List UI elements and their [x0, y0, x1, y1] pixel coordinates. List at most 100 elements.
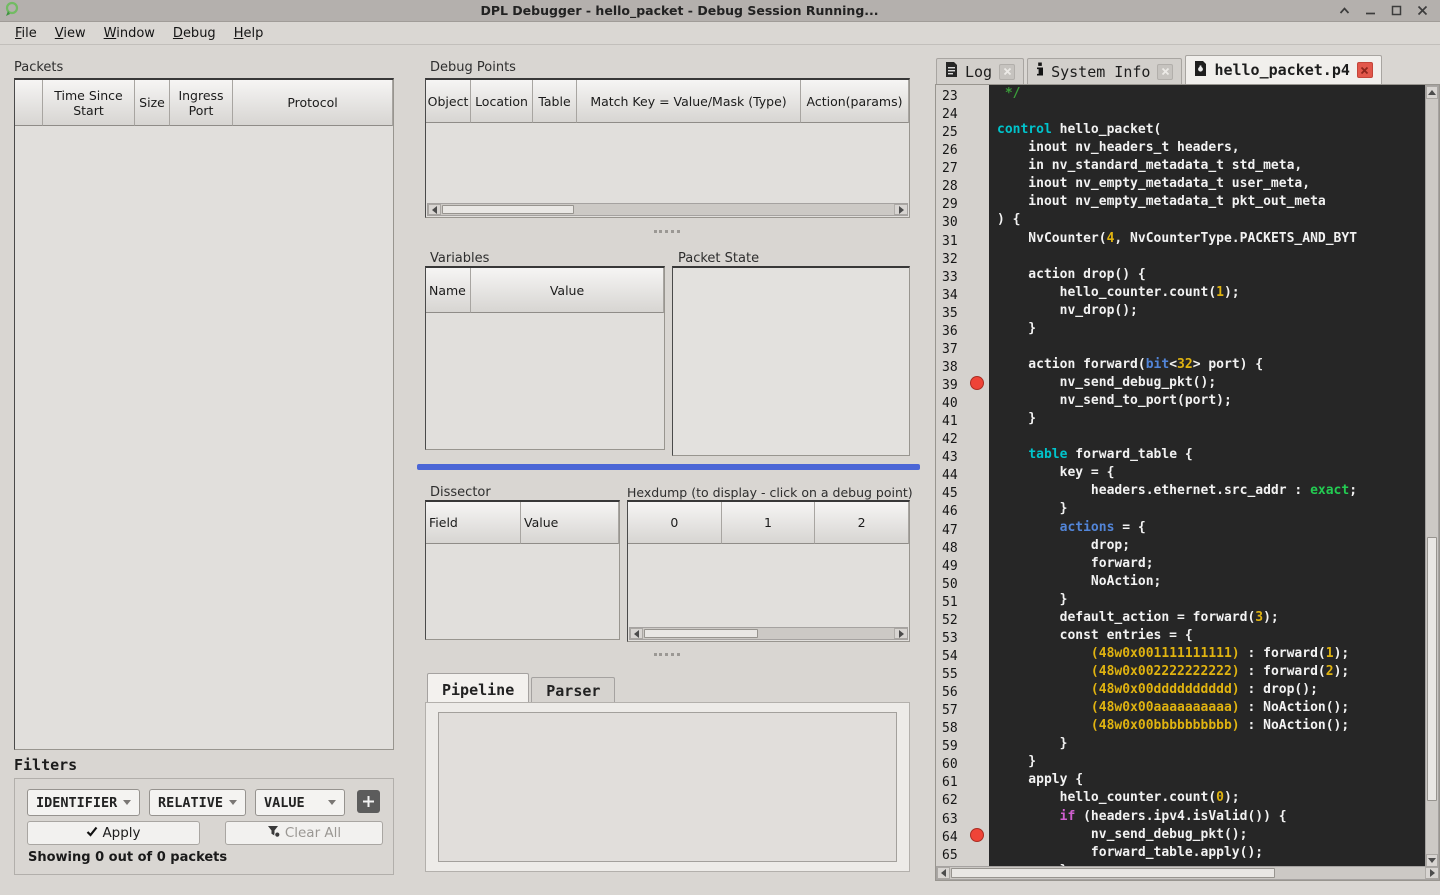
- editor-v-scrollbar[interactable]: [1425, 85, 1439, 868]
- breakpoint-icon[interactable]: [970, 828, 984, 842]
- gutter-line[interactable]: 65: [936, 844, 989, 862]
- scroll-up-arrow-icon[interactable]: [1426, 86, 1438, 99]
- gutter-line[interactable]: 64: [936, 826, 989, 844]
- scroll-thumb[interactable]: [644, 629, 758, 638]
- gutter-line[interactable]: 25: [936, 121, 989, 139]
- close-icon[interactable]: [1157, 64, 1173, 80]
- splitter-handle[interactable]: [654, 230, 680, 233]
- gutter-line[interactable]: 34: [936, 284, 989, 302]
- gutter-line[interactable]: 40: [936, 392, 989, 410]
- column-header-0[interactable]: 0: [628, 502, 722, 544]
- column-header-name[interactable]: Name: [426, 268, 471, 313]
- column-header-field[interactable]: Field: [426, 502, 521, 544]
- hexdump-h-scrollbar[interactable]: [629, 627, 908, 640]
- debug-points-h-scrollbar[interactable]: [427, 203, 908, 216]
- tab-hello-packet-p4[interactable]: hello_packet.p4: [1185, 55, 1381, 84]
- column-header-match-key-value-mask-type[interactable]: Match Key = Value/Mask (Type): [577, 80, 801, 123]
- gutter-line[interactable]: 32: [936, 248, 989, 266]
- column-header-value[interactable]: Value: [471, 268, 664, 313]
- gutter-line[interactable]: 35: [936, 302, 989, 320]
- column-header-location[interactable]: Location: [471, 80, 533, 123]
- filter-dropdown-relative[interactable]: RELATIVE: [149, 789, 246, 816]
- column-header-1[interactable]: 1: [722, 502, 816, 544]
- gutter-line[interactable]: 58: [936, 717, 989, 735]
- gutter-line[interactable]: 36: [936, 320, 989, 338]
- menu-view[interactable]: View: [46, 23, 95, 44]
- gutter-line[interactable]: 38: [936, 356, 989, 374]
- gutter-line[interactable]: 39: [936, 374, 989, 392]
- gutter-line[interactable]: 60: [936, 753, 989, 771]
- column-header-action-params[interactable]: Action(params): [801, 80, 909, 123]
- gutter-line[interactable]: 63: [936, 808, 989, 826]
- gutter-line[interactable]: 24: [936, 103, 989, 121]
- close-icon[interactable]: [1357, 62, 1373, 78]
- scroll-thumb[interactable]: [1427, 537, 1437, 801]
- gutter-line[interactable]: 37: [936, 338, 989, 356]
- gutter-line[interactable]: 49: [936, 555, 989, 573]
- apply-button[interactable]: Apply: [27, 821, 200, 845]
- tab-log[interactable]: Log: [936, 58, 1024, 84]
- menu-window[interactable]: Window: [95, 23, 164, 44]
- gutter-line[interactable]: 61: [936, 771, 989, 789]
- scroll-thumb[interactable]: [442, 205, 574, 214]
- gutter-line[interactable]: 47: [936, 519, 989, 537]
- column-header-2[interactable]: 2: [815, 502, 909, 544]
- gutter-line[interactable]: 59: [936, 735, 989, 753]
- gutter-line[interactable]: 42: [936, 428, 989, 446]
- gutter-line[interactable]: 45: [936, 482, 989, 500]
- close-button[interactable]: [1417, 5, 1428, 16]
- gutter-line[interactable]: 48: [936, 537, 989, 555]
- scroll-left-arrow-icon[interactable]: [630, 628, 643, 639]
- gutter-line[interactable]: 53: [936, 627, 989, 645]
- gutter-line[interactable]: 55: [936, 663, 989, 681]
- gutter-line[interactable]: 44: [936, 464, 989, 482]
- gutter-line[interactable]: 62: [936, 789, 989, 807]
- tab-pipeline[interactable]: Pipeline: [427, 673, 529, 703]
- gutter-line[interactable]: 43: [936, 446, 989, 464]
- close-icon[interactable]: [999, 64, 1015, 80]
- editor-code[interactable]: */control hello_packet( inout nv_headers…: [989, 85, 1427, 868]
- column-header-time-since-start[interactable]: Time Since Start: [43, 80, 135, 126]
- editor-gutter[interactable]: 2324252627282930313233343536373839404142…: [936, 85, 989, 868]
- gutter-line[interactable]: 54: [936, 645, 989, 663]
- column-header-object[interactable]: Object: [426, 80, 471, 123]
- maximize-button[interactable]: [1391, 5, 1402, 16]
- filter-dropdown-identifier[interactable]: IDENTIFIER: [27, 789, 140, 816]
- editor-h-scrollbar[interactable]: [936, 866, 1439, 880]
- column-header-protocol[interactable]: Protocol: [233, 80, 393, 126]
- column-header-size[interactable]: Size: [135, 80, 170, 126]
- column-header-value[interactable]: Value: [521, 502, 619, 544]
- tab-parser[interactable]: Parser: [531, 677, 615, 703]
- menu-file[interactable]: File: [6, 23, 46, 44]
- menu-help[interactable]: Help: [225, 23, 273, 44]
- scroll-right-arrow-icon[interactable]: [894, 628, 907, 639]
- scroll-thumb[interactable]: [951, 868, 1275, 878]
- clear-all-button[interactable]: Clear All: [225, 821, 383, 845]
- column-header-table[interactable]: Table: [533, 80, 577, 123]
- gutter-line[interactable]: 57: [936, 699, 989, 717]
- minimize-button[interactable]: [1365, 5, 1376, 16]
- gutter-line[interactable]: 23: [936, 85, 989, 103]
- shade-button[interactable]: [1339, 5, 1350, 16]
- column-header-ingress-port[interactable]: Ingress Port: [170, 80, 233, 126]
- gutter-line[interactable]: 56: [936, 681, 989, 699]
- scroll-left-arrow-icon[interactable]: [428, 204, 441, 215]
- gutter-line[interactable]: 31: [936, 230, 989, 248]
- breakpoint-icon[interactable]: [970, 376, 984, 390]
- gutter-line[interactable]: 50: [936, 573, 989, 591]
- scroll-right-arrow-icon[interactable]: [1425, 867, 1438, 879]
- gutter-line[interactable]: 33: [936, 266, 989, 284]
- active-splitter-bar[interactable]: [417, 464, 920, 470]
- column-header[interactable]: [15, 80, 43, 126]
- menu-debug[interactable]: Debug: [164, 23, 225, 44]
- gutter-line[interactable]: 41: [936, 410, 989, 428]
- add-filter-button[interactable]: [357, 790, 380, 813]
- gutter-line[interactable]: 52: [936, 609, 989, 627]
- gutter-line[interactable]: 30: [936, 211, 989, 229]
- gutter-line[interactable]: 28: [936, 175, 989, 193]
- gutter-line[interactable]: 51: [936, 591, 989, 609]
- gutter-line[interactable]: 46: [936, 500, 989, 518]
- scroll-left-arrow-icon[interactable]: [937, 867, 950, 879]
- tab-system-info[interactable]: System Info: [1027, 58, 1182, 84]
- gutter-line[interactable]: 26: [936, 139, 989, 157]
